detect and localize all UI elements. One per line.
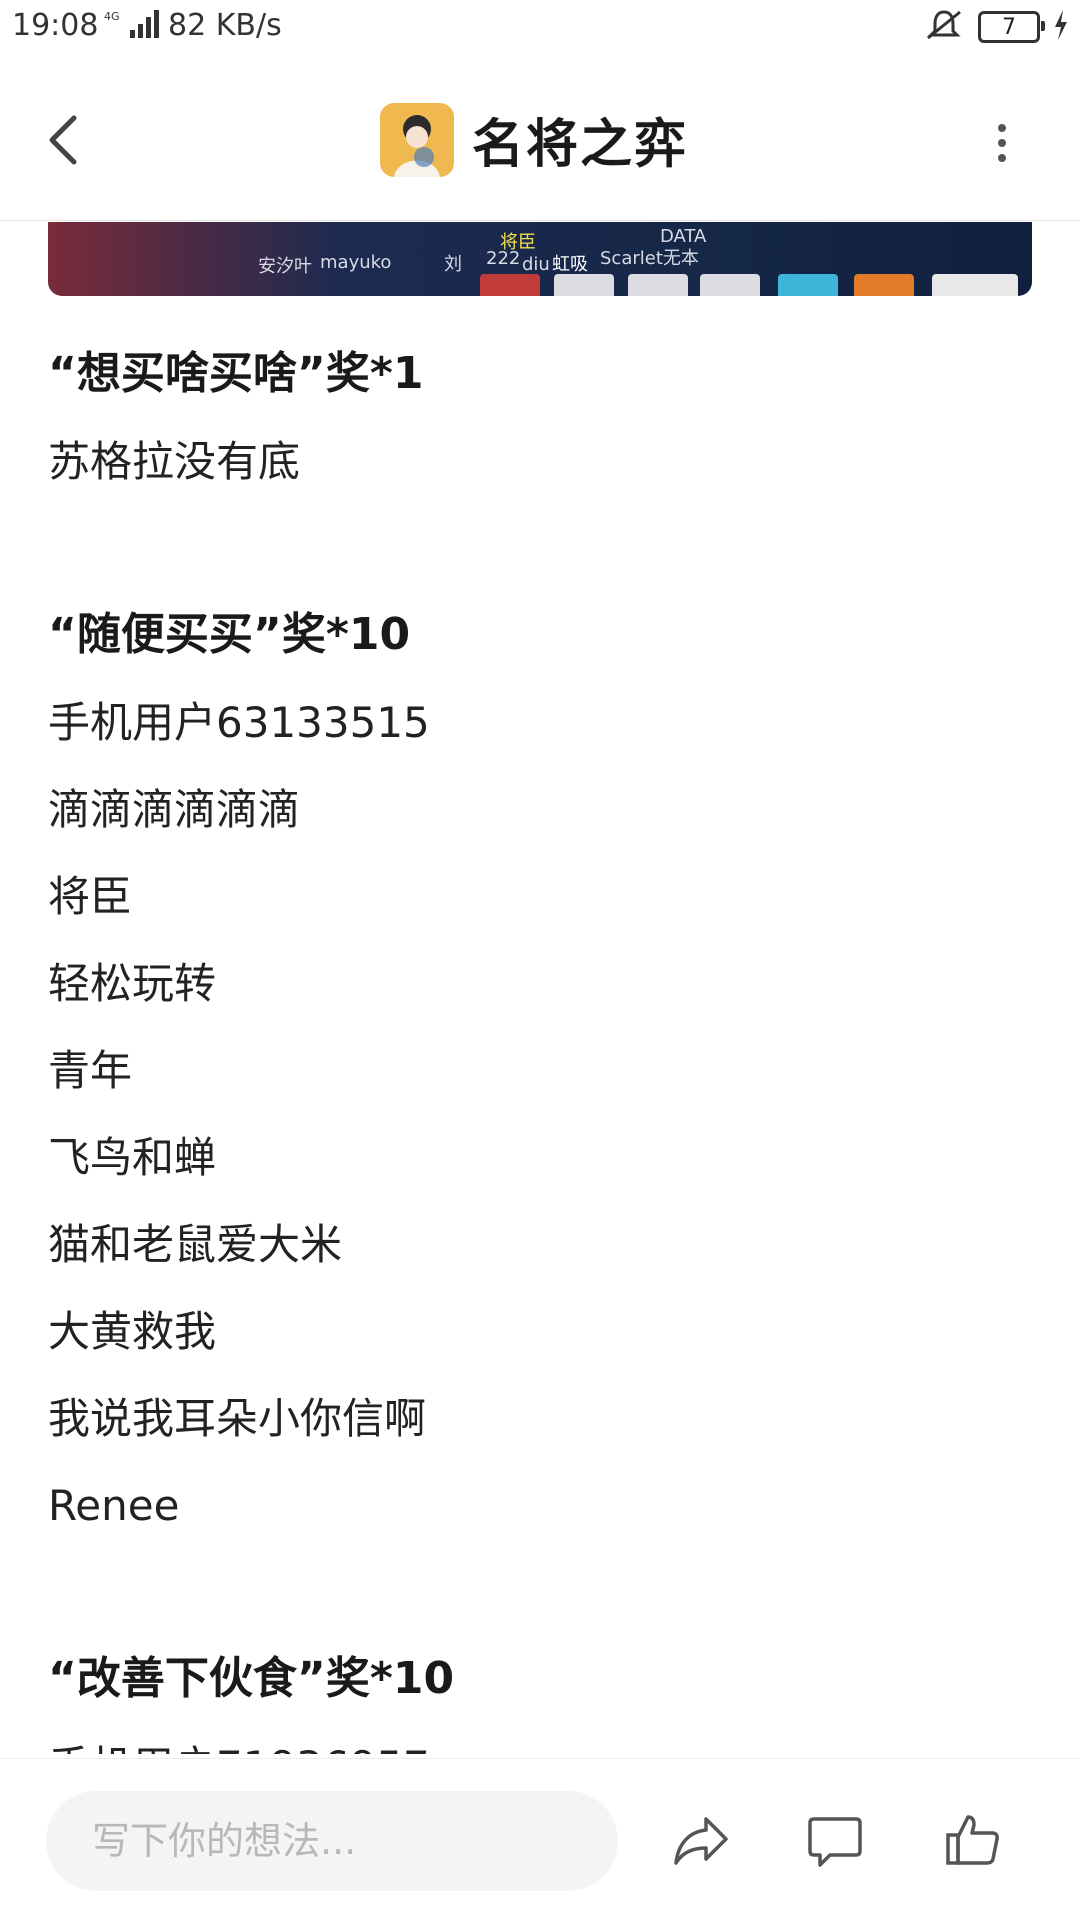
- bottom-action-bar: [0, 1758, 1080, 1921]
- banner-button: [932, 274, 1018, 296]
- banner-button: [480, 274, 540, 296]
- banner-word: 刘: [444, 254, 462, 275]
- winner-name: 苏格拉没有底: [48, 437, 301, 486]
- more-icon[interactable]: [990, 118, 1014, 168]
- banner-word: mayuko: [320, 252, 392, 273]
- article-content: “想买啥买啥”奖*1 苏格拉没有底 “随便买买”奖*10 手机用户6313351…: [48, 330, 1032, 1754]
- page-title: 名将之弈: [472, 115, 689, 175]
- winner-name: 手机用户71936957: [48, 1723, 1032, 1754]
- banner-button: [554, 274, 614, 296]
- banner-image: 将臣 DATA 安汐叶 mayuko 虹吸 刘 Scarlet无本 222 di…: [48, 222, 1032, 296]
- winner-name: 滴滴滴滴滴滴: [48, 785, 301, 834]
- share-icon[interactable]: [670, 1809, 732, 1871]
- top-nav: 名将之弈: [0, 70, 1080, 221]
- comment-icon[interactable]: [804, 1809, 866, 1871]
- status-right: 7: [924, 8, 1068, 46]
- winner-name: 我说我耳朵小你信啊: [48, 1394, 427, 1443]
- title-group: 名将之弈: [380, 102, 688, 177]
- banner-button: [700, 274, 760, 296]
- battery-icon: 7: [978, 11, 1045, 43]
- back-icon[interactable]: [38, 108, 92, 172]
- status-time: 19:08: [12, 8, 99, 43]
- battery-level: 7: [1002, 14, 1016, 40]
- app-logo-icon: [380, 102, 454, 177]
- section-title: “随便买买”奖*10: [48, 609, 411, 660]
- winner-name: Renee: [48, 1481, 180, 1530]
- svg-text:4G: 4G: [104, 10, 120, 23]
- network-speed: 82 KB/s: [168, 8, 282, 43]
- winner-name: 大黄救我: [48, 1307, 217, 1356]
- winner-name: 飞鸟和蝉: [48, 1133, 217, 1182]
- banner-word: 虹吸: [552, 254, 588, 275]
- banner-word: diu: [522, 254, 550, 275]
- like-icon[interactable]: [942, 1809, 1004, 1871]
- banner-button: [628, 274, 688, 296]
- winner-name: 猫和老鼠爱大米: [48, 1220, 343, 1269]
- winner-name: 手机用户63133515: [48, 698, 430, 747]
- winner-name: 将臣: [48, 872, 133, 921]
- section-title: “改善下伙食”奖*10: [48, 1653, 455, 1704]
- winner-name: 轻松玩转: [48, 959, 217, 1008]
- charging-icon: [1054, 10, 1068, 44]
- signal-icon: 4G: [104, 8, 160, 46]
- winner-name: 青年: [48, 1046, 133, 1095]
- vibrate-icon: [924, 8, 964, 46]
- banner-word: Scarlet无本: [600, 248, 699, 269]
- banner-button: [778, 274, 838, 296]
- section-title: “想买啥买啥”奖*1: [48, 348, 424, 399]
- banner-word: 安汐叶: [258, 256, 312, 277]
- status-bar: 19:08 4G 82 KB/s 7: [0, 0, 1080, 56]
- banner-word: 222: [486, 248, 521, 269]
- banner-button: [854, 274, 914, 296]
- comment-input[interactable]: [46, 1791, 618, 1891]
